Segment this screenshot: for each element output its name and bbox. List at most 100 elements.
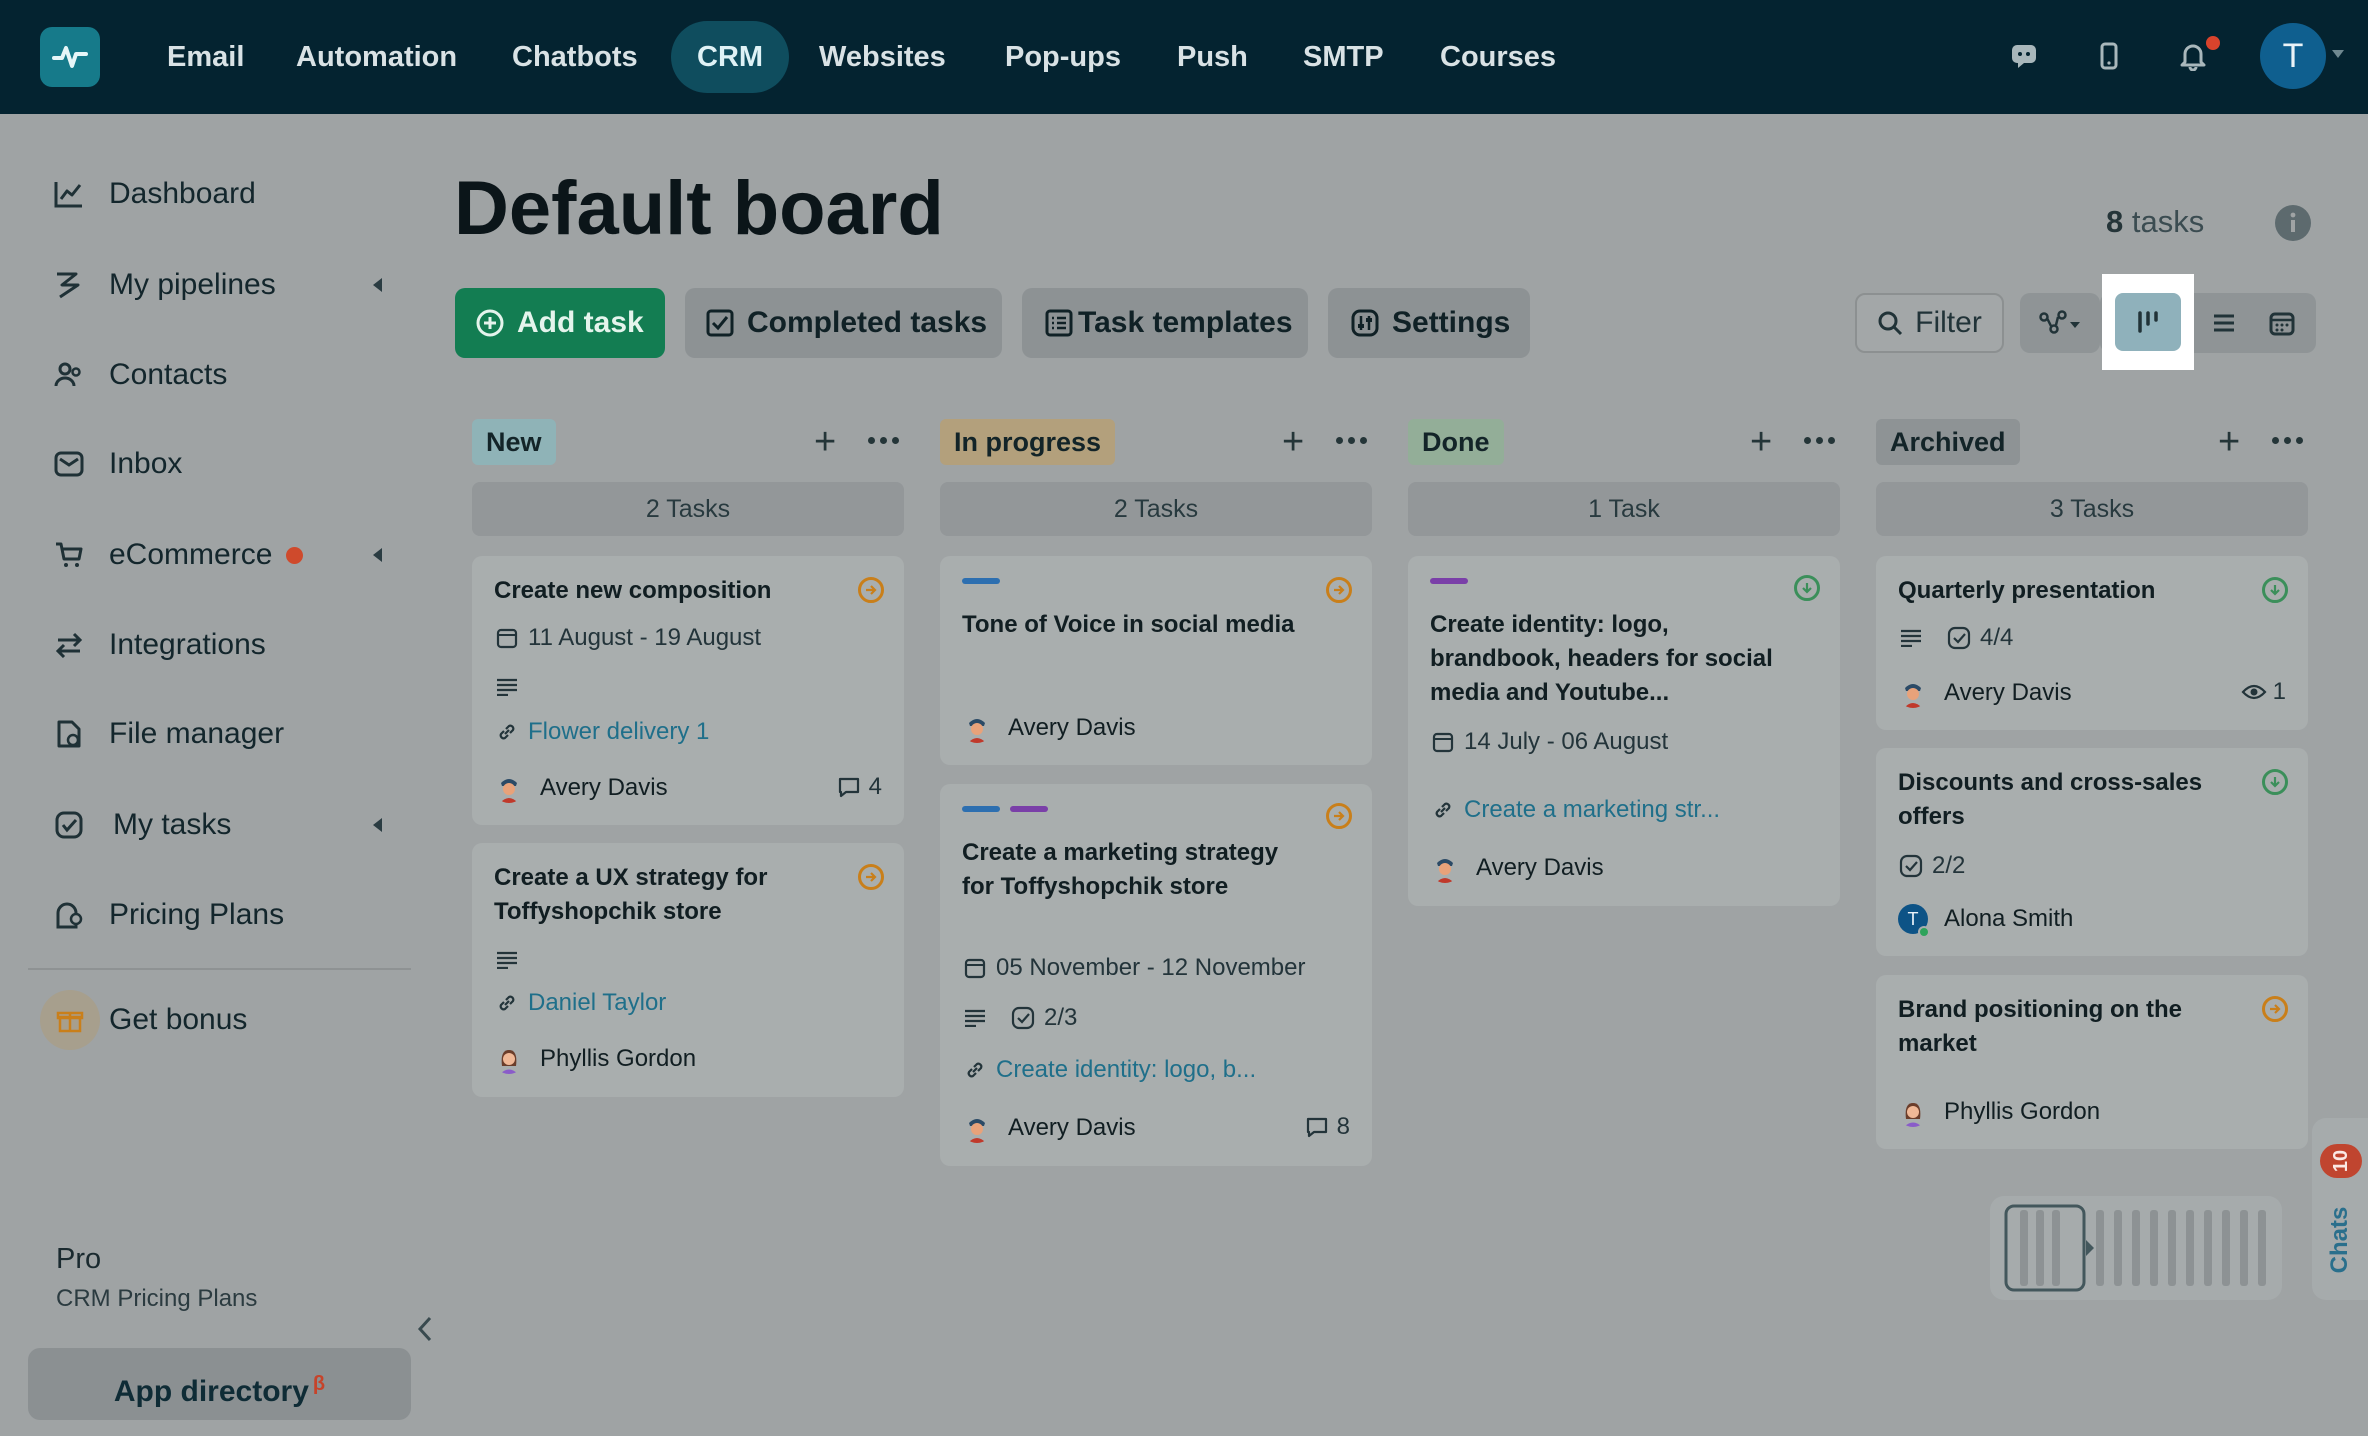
assignee: Phyllis Gordon	[494, 1044, 696, 1074]
sidebar-item-integrations[interactable]: Integrations	[52, 615, 392, 675]
sidebar-item-label: Get bonus	[109, 1003, 248, 1036]
sidebar-item-ecommerce[interactable]: eCommerce	[52, 525, 392, 585]
chevron-left-icon[interactable]	[373, 818, 382, 832]
status-arrow-icon[interactable]	[858, 864, 884, 890]
list-view-button[interactable]	[2196, 293, 2252, 353]
avatar	[1430, 853, 1460, 883]
status-done-icon[interactable]	[2262, 577, 2288, 603]
task-card[interactable]: Create identity: logo, brandbook, header…	[1408, 556, 1840, 906]
task-card[interactable]: Create a marketing strategy for Toffysho…	[940, 784, 1372, 1166]
add-task-button[interactable]: Add task	[455, 288, 665, 358]
link-text[interactable]: Create a marketing str...	[1464, 796, 1720, 824]
nav-chatbots[interactable]: Chatbots	[486, 21, 664, 93]
nav-websites[interactable]: Websites	[793, 21, 972, 93]
link-text[interactable]: Create identity: logo, b...	[996, 1056, 1256, 1084]
collapse-sidebar-chevron-icon[interactable]	[414, 1314, 436, 1349]
add-card-plus-icon[interactable]: +	[2218, 423, 2240, 461]
column-title: Archived	[1876, 419, 2020, 465]
more-options-icon[interactable]	[1336, 437, 1367, 444]
task-count: 8 tasks	[2106, 204, 2204, 240]
status-done-icon[interactable]	[2262, 769, 2288, 795]
link-icon	[1430, 797, 1456, 823]
linked-deal[interactable]: Flower delivery 1	[494, 718, 709, 746]
sidebar-item-file-manager[interactable]: File manager	[52, 704, 392, 764]
card-dates: 05 November - 12 November	[962, 954, 1305, 982]
workflow-dropdown[interactable]	[2020, 293, 2100, 353]
filter-button[interactable]: Filter	[1855, 293, 2004, 353]
sidebar-item-dashboard[interactable]: Dashboard	[52, 164, 392, 224]
sidebar-item-label: Contacts	[109, 358, 228, 391]
completed-tasks-button[interactable]: Completed tasks	[685, 288, 1002, 358]
add-card-plus-icon[interactable]: +	[1282, 423, 1304, 461]
label-bar-purple	[1430, 578, 1468, 584]
nav-automation[interactable]: Automation	[270, 21, 483, 93]
sidebar-item-my-tasks[interactable]: My tasks	[52, 795, 392, 855]
status-done-icon[interactable]	[1794, 575, 1820, 601]
link-icon	[494, 990, 520, 1016]
assignee: Avery Davis	[962, 713, 1136, 743]
info-icon[interactable]	[2274, 204, 2312, 247]
calendar-view-button[interactable]	[2254, 293, 2310, 353]
sidebar-item-pricing-plans[interactable]: Pricing Plans	[52, 885, 392, 945]
linked-deal[interactable]: Create identity: logo, b...	[962, 1056, 1256, 1084]
linked-deal[interactable]: Create a marketing str...	[1430, 796, 1720, 824]
linked-deal[interactable]: Daniel Taylor	[494, 989, 666, 1017]
status-arrow-icon[interactable]	[858, 577, 884, 603]
column-header-done: Done +	[1408, 419, 1840, 467]
board-view-button[interactable]	[2115, 293, 2181, 351]
status-arrow-icon[interactable]	[2262, 996, 2288, 1022]
contacts-icon	[52, 358, 86, 392]
chevron-down-icon[interactable]	[2332, 50, 2344, 58]
nav-courses[interactable]: Courses	[1414, 21, 1582, 93]
app-directory-button[interactable]: App directory β	[28, 1348, 411, 1420]
status-arrow-icon[interactable]	[1326, 803, 1352, 829]
more-options-icon[interactable]	[868, 437, 899, 444]
avatar	[962, 713, 992, 743]
card-title: Brand positioning on the market	[1898, 996, 2182, 1057]
more-options-icon[interactable]	[1804, 437, 1835, 444]
chevron-left-icon[interactable]	[373, 278, 382, 292]
task-card[interactable]: Brand positioning on the market Phyllis …	[1876, 975, 2308, 1149]
description-icon	[962, 1005, 988, 1031]
card-meta: 2/2	[1898, 852, 1965, 880]
more-options-icon[interactable]	[2272, 437, 2303, 444]
board-minimap[interactable]	[1990, 1196, 2282, 1300]
plan-subtitle[interactable]: CRM Pricing Plans	[56, 1285, 257, 1313]
sidebar-item-my-pipelines[interactable]: My pipelines	[52, 255, 392, 315]
assignee-name: Avery Davis	[1476, 854, 1604, 881]
sidebar-item-get-bonus[interactable]: Get bonus	[52, 990, 392, 1050]
chat-bubble-icon[interactable]	[2004, 36, 2044, 76]
task-templates-button[interactable]: Task templates	[1022, 288, 1308, 358]
task-card[interactable]: Discounts and cross-sales offers 2/2 T Al…	[1876, 748, 2308, 956]
nav-popups[interactable]: Pop-ups	[979, 21, 1147, 93]
calendar-icon	[2269, 310, 2295, 336]
add-card-plus-icon[interactable]: +	[814, 423, 836, 461]
user-avatar[interactable]: T	[2260, 23, 2326, 89]
status-arrow-icon[interactable]	[1326, 577, 1352, 603]
task-card[interactable]: Create new composition 11 August - 19 Au…	[472, 556, 904, 825]
workflow-icon	[2038, 309, 2082, 337]
task-card[interactable]: Create a UX strategy for Toffyshopchik s…	[472, 843, 904, 1097]
link-text[interactable]: Flower delivery 1	[528, 718, 709, 746]
link-text[interactable]: Daniel Taylor	[528, 989, 666, 1017]
description-icon	[1898, 625, 1924, 651]
mobile-phone-icon[interactable]	[2089, 36, 2129, 76]
settings-button[interactable]: Settings	[1328, 288, 1530, 358]
nav-crm[interactable]: CRM	[671, 21, 790, 93]
app-directory-label: App directory	[113, 1375, 309, 1408]
task-card[interactable]: Tone of Voice in social media Avery Davi…	[940, 556, 1372, 765]
chevron-left-icon[interactable]	[373, 548, 382, 562]
sidebar-item-contacts[interactable]: Contacts	[52, 345, 392, 405]
date-range-text: 11 August - 19 August	[528, 624, 762, 651]
sidebar-item-inbox[interactable]: Inbox	[52, 434, 392, 494]
chats-side-tab[interactable]: 10 Chats	[2312, 1118, 2368, 1300]
task-card[interactable]: Quarterly presentation 4/4 Avery Davis 1	[1876, 556, 2308, 730]
description-icon	[494, 947, 528, 973]
beta-badge: β	[312, 1373, 326, 1395]
add-card-plus-icon[interactable]: +	[1750, 423, 1772, 461]
nav-email[interactable]: Email	[141, 21, 270, 93]
nav-push[interactable]: Push	[1151, 21, 1274, 93]
app-logo-icon[interactable]	[40, 27, 100, 87]
nav-smtp[interactable]: SMTP	[1277, 21, 1410, 93]
assignee: Avery Davis	[494, 773, 668, 803]
